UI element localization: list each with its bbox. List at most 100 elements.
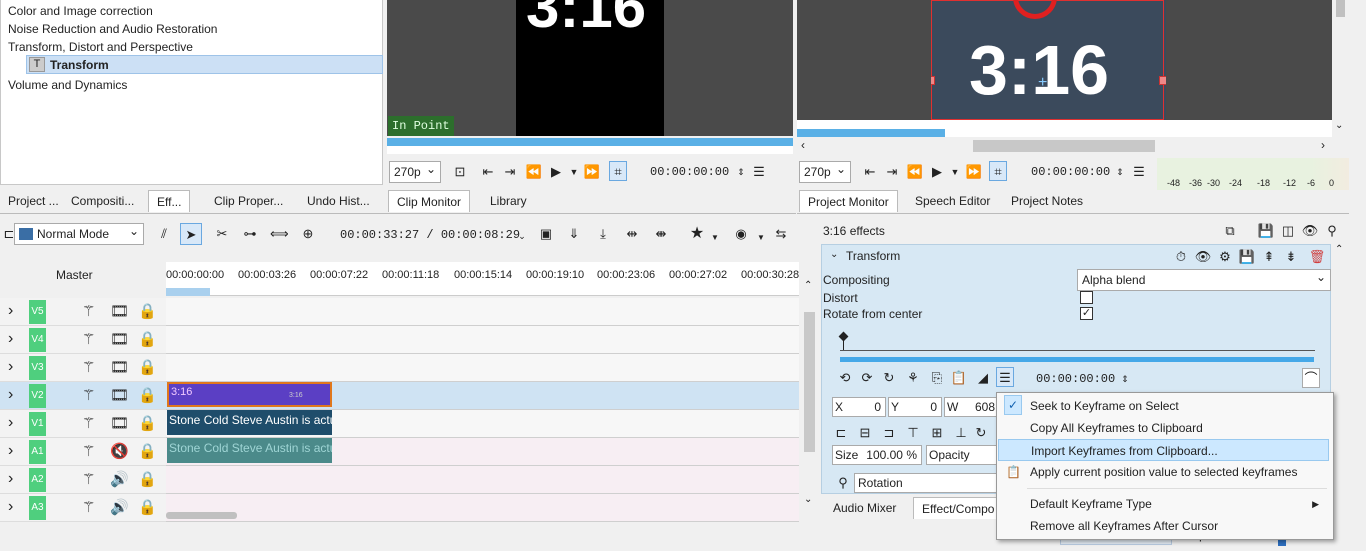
tree-item-transform[interactable]: T Transform <box>26 55 383 74</box>
favorite-icon[interactable]: ★ <box>688 224 706 244</box>
speaker-icon[interactable]: 🔊 <box>110 470 129 490</box>
tree-item-transform-group[interactable]: Transform, Distort and Perspective <box>1 38 193 56</box>
menu-import-keyframes[interactable]: Import Keyframes from Clipboard... <box>998 439 1329 461</box>
vscroll-thumb[interactable] <box>1336 0 1345 17</box>
hscroll-project[interactable]: ‹ › <box>797 138 1332 154</box>
expand-track-icon[interactable]: › <box>8 442 13 460</box>
expand-track-icon[interactable]: › <box>8 498 13 516</box>
hscroll-thumb[interactable] <box>973 140 1155 152</box>
lock-track-icon[interactable]: 🔒 <box>138 386 157 406</box>
set-out-icon[interactable]: ⇥ <box>501 162 519 182</box>
slip-tool-icon[interactable]: ⊕ <box>299 224 317 244</box>
kf-copy-icon[interactable]: ⎘ <box>928 368 946 388</box>
effect-settings-icon[interactable]: ⚙ <box>1216 247 1234 267</box>
speaker-icon[interactable]: 🔊 <box>110 498 129 518</box>
rotate-checkbox[interactable]: ✓ <box>1080 307 1093 320</box>
timeline-vscroll[interactable]: ⌃ ⌄ <box>801 280 818 510</box>
effect-down-icon[interactable]: ⇟ <box>1282 247 1300 267</box>
keyframe-timeline[interactable] <box>838 329 1315 362</box>
play-icon[interactable]: ▶ <box>547 162 565 182</box>
project-timecode-spin[interactable]: ⇕ <box>1111 162 1129 182</box>
clip-timecode-spin[interactable]: ⇕ <box>732 162 750 182</box>
record-icon[interactable]: ◉ <box>732 224 750 244</box>
effect-save-icon[interactable]: 💾 <box>1238 247 1256 267</box>
x-field[interactable]: X 0 <box>832 397 886 417</box>
align-right-icon[interactable]: ⊐ <box>880 423 898 443</box>
handle-left[interactable] <box>931 76 935 85</box>
timeline-hscroll-thumb[interactable] <box>166 512 237 519</box>
tab-clip-monitor[interactable]: Clip Monitor <box>388 190 471 212</box>
split-view-icon[interactable]: ▣ <box>537 224 555 244</box>
tab-clip-properties[interactable]: Clip Proper... <box>206 190 291 212</box>
track-header[interactable]: › V4 ⚚ 🎞 🔒 <box>0 326 166 354</box>
tab-compositions[interactable]: Compositi... <box>63 190 142 212</box>
tab-undo-history[interactable]: Undo Hist... <box>299 190 378 212</box>
tree-item-color[interactable]: Color and Image correction <box>1 2 153 20</box>
kf-timecode[interactable]: 00:00:00:00 <box>1036 372 1115 386</box>
ripple-tool-icon[interactable]: ⟺ <box>270 224 289 244</box>
scroll-down-icon[interactable]: ⌄ <box>1335 120 1343 131</box>
tab-audio-mixer[interactable]: Audio Mixer <box>825 497 904 519</box>
clip-v2[interactable]: 3:16 3:16 <box>167 382 332 407</box>
kf-center-icon[interactable]: ⚘ <box>904 368 922 388</box>
tab-speech-editor[interactable]: Speech Editor <box>907 190 998 212</box>
crop-icon[interactable]: ⌗ <box>609 161 627 181</box>
effect-delete-icon[interactable]: 🗑 <box>1308 247 1326 267</box>
eye-icon[interactable]: 👁 <box>1301 221 1319 241</box>
project-menu-icon[interactable]: ☰ <box>1130 162 1148 182</box>
clip-timecode[interactable]: 00:00:00:00 <box>650 165 729 179</box>
overwrite-icon[interactable]: ⤓ <box>594 224 612 244</box>
expand-track-icon[interactable]: › <box>8 386 13 404</box>
distort-checkbox[interactable] <box>1080 291 1093 304</box>
forward-icon[interactable]: ⏩ <box>583 162 601 182</box>
track-row[interactable] <box>166 298 799 326</box>
kf-menu-icon[interactable]: ☰ <box>996 367 1014 387</box>
clip-a1[interactable]: Stone Cold Steve Austin is actu <box>167 438 332 463</box>
track-header[interactable]: › A3 ⚚ 🔊 🔒 <box>0 494 166 522</box>
scroll-right-icon[interactable]: › <box>1321 138 1325 152</box>
rewind-icon[interactable]: ⏪ <box>525 162 543 182</box>
kf-paste-icon[interactable]: 📋 <box>950 368 968 388</box>
effects-wand-icon[interactable]: ⚚ <box>82 414 95 434</box>
menu-default-keyframe-type[interactable]: Default Keyframe Type ▶ <box>998 493 1329 515</box>
lock-track-icon[interactable]: 🔒 <box>138 302 157 322</box>
lock-track-icon[interactable]: 🔒 <box>138 358 157 378</box>
kf-type-icon[interactable]: ◢ <box>974 368 992 388</box>
track-row[interactable] <box>166 354 799 382</box>
fit-icon[interactable]: ⊡ <box>451 162 469 182</box>
expand-track-icon[interactable]: › <box>8 414 13 432</box>
film-icon[interactable]: 🎞 <box>110 330 129 350</box>
menu-seek-on-select[interactable]: ✓ Seek to Keyframe on Select <box>998 395 1329 417</box>
track-row[interactable] <box>166 326 799 354</box>
effects-wand-icon[interactable]: ⚚ <box>82 358 95 378</box>
effects-wand-icon[interactable]: ⚚ <box>82 302 95 322</box>
tab-library[interactable]: Library <box>482 190 535 212</box>
expand-track-icon[interactable]: › <box>8 358 13 376</box>
lock-track-icon[interactable]: 🔒 <box>138 414 157 434</box>
lock-icon[interactable]: ⚲ <box>1323 221 1341 241</box>
clip-menu-icon[interactable]: ☰ <box>750 162 768 182</box>
center-cross[interactable]: + <box>1038 74 1047 92</box>
project-monitor-ruler[interactable] <box>797 120 1332 137</box>
track-header[interactable]: › V3 ⚚ 🎞 🔒 <box>0 354 166 382</box>
set-out-icon-2[interactable]: ⇥ <box>883 162 901 182</box>
play-dropdown-icon[interactable]: ▼ <box>565 162 583 182</box>
track-row[interactable] <box>166 466 799 494</box>
timeline-hscroll[interactable] <box>166 512 799 520</box>
cut-tool-icon[interactable]: ✂ <box>213 224 231 244</box>
effects-wand-icon[interactable]: ⚚ <box>82 330 95 350</box>
track-header[interactable]: › V5 ⚚ 🎞 🔒 <box>0 298 166 326</box>
opacity-field[interactable]: Opacity <box>926 445 1006 465</box>
align-center-icon[interactable]: ⊟ <box>856 423 874 443</box>
effects-wand-icon[interactable]: ⚚ <box>82 470 95 490</box>
insert-icon[interactable]: ⇓ <box>565 224 583 244</box>
handle-right[interactable] <box>1159 76 1166 85</box>
razor-effect-icon[interactable]: ⫽ <box>155 224 173 244</box>
film-icon[interactable]: 🎞 <box>110 358 129 378</box>
align-bottom-icon[interactable]: ⊥ <box>952 423 970 443</box>
expand-track-icon[interactable]: › <box>8 470 13 488</box>
effect-eye-icon[interactable]: 👁 <box>1194 247 1212 267</box>
crop-icon-2[interactable]: ⌗ <box>989 161 1007 181</box>
lock-track-icon[interactable]: 🔒 <box>138 442 157 462</box>
favorite-dropdown-icon[interactable]: ▼ <box>706 228 724 248</box>
